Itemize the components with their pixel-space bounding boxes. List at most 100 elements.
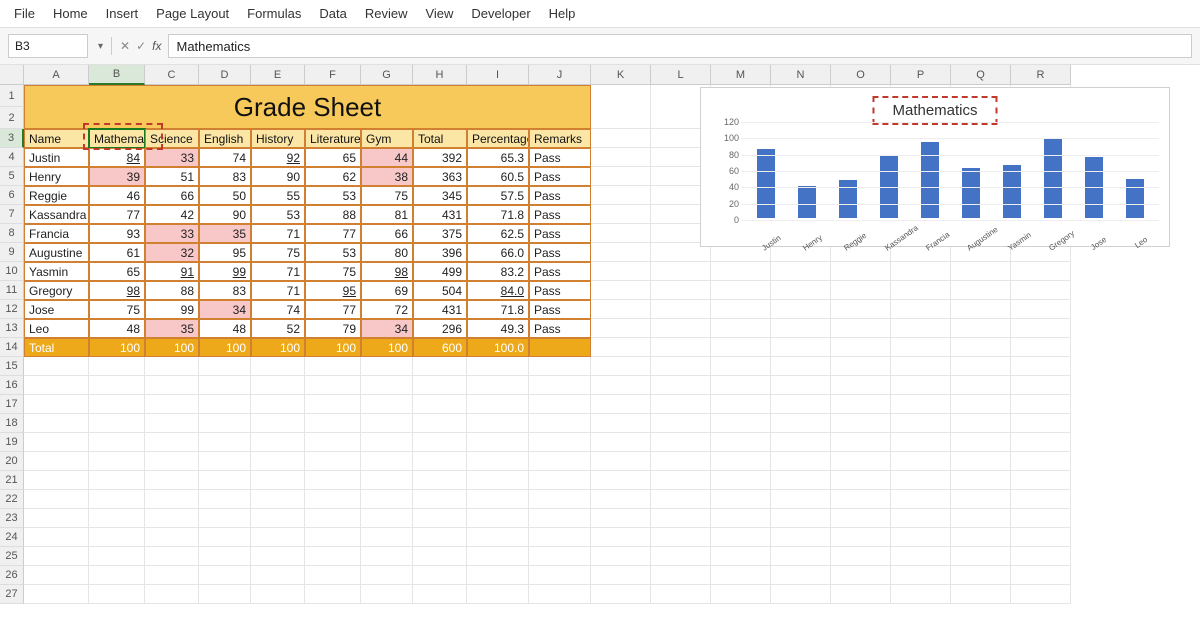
- cell-empty[interactable]: [251, 547, 305, 566]
- row-header-7[interactable]: 7: [0, 205, 24, 224]
- cell-empty[interactable]: [413, 528, 467, 547]
- cell-score[interactable]: 77: [305, 300, 361, 319]
- cell-empty[interactable]: [1011, 300, 1071, 319]
- cell-empty[interactable]: [199, 528, 251, 547]
- cell-score[interactable]: 35: [199, 224, 251, 243]
- cell-score[interactable]: 71: [251, 262, 305, 281]
- cell-score[interactable]: 75: [361, 186, 413, 205]
- header-total[interactable]: Total: [413, 129, 467, 148]
- cell-empty[interactable]: [951, 281, 1011, 300]
- cell-empty[interactable]: [711, 281, 771, 300]
- cell-empty[interactable]: [199, 376, 251, 395]
- cell-score[interactable]: 62: [305, 167, 361, 186]
- cell-empty[interactable]: [951, 566, 1011, 585]
- cell-empty[interactable]: [771, 509, 831, 528]
- cell-empty[interactable]: [89, 433, 145, 452]
- cell-empty[interactable]: [467, 357, 529, 376]
- cell-empty[interactable]: [529, 490, 591, 509]
- cell-empty[interactable]: [1011, 319, 1071, 338]
- cell-empty[interactable]: [89, 528, 145, 547]
- cell-empty[interactable]: [145, 433, 199, 452]
- column-header-B[interactable]: B: [89, 65, 145, 85]
- cell-empty[interactable]: [251, 414, 305, 433]
- cell-empty[interactable]: [711, 566, 771, 585]
- cell-score[interactable]: 65: [89, 262, 145, 281]
- cell-score[interactable]: 74: [199, 148, 251, 167]
- cell-name[interactable]: Gregory: [24, 281, 89, 300]
- cell-score[interactable]: 93: [89, 224, 145, 243]
- cell-empty[interactable]: [951, 528, 1011, 547]
- cell-empty[interactable]: [251, 566, 305, 585]
- cell-empty[interactable]: [771, 471, 831, 490]
- column-header-E[interactable]: E: [251, 65, 305, 85]
- cell-empty[interactable]: [251, 509, 305, 528]
- cell-empty[interactable]: [651, 319, 711, 338]
- cell-score[interactable]: 61: [89, 243, 145, 262]
- cell-empty[interactable]: [467, 376, 529, 395]
- cell-empty[interactable]: [145, 509, 199, 528]
- cell-empty[interactable]: [24, 509, 89, 528]
- cell-empty[interactable]: [831, 357, 891, 376]
- row-header-5[interactable]: 5: [0, 167, 24, 186]
- cell-score[interactable]: 38: [361, 167, 413, 186]
- cell-empty[interactable]: [651, 566, 711, 585]
- cell-empty[interactable]: [711, 433, 771, 452]
- cell-empty[interactable]: [413, 414, 467, 433]
- cell-score[interactable]: 88: [305, 205, 361, 224]
- cell-score[interactable]: 35: [145, 319, 199, 338]
- row-header-22[interactable]: 22: [0, 490, 24, 509]
- cell-score[interactable]: 92: [251, 148, 305, 167]
- row-header-8[interactable]: 8: [0, 224, 24, 243]
- ribbon-tab-insert[interactable]: Insert: [106, 6, 139, 21]
- cell-empty[interactable]: [831, 566, 891, 585]
- cell-empty[interactable]: [199, 395, 251, 414]
- cell-empty[interactable]: [529, 452, 591, 471]
- cell-remarks[interactable]: Pass: [529, 167, 591, 186]
- row-header-25[interactable]: 25: [0, 547, 24, 566]
- cell-empty[interactable]: [591, 129, 651, 148]
- cell-score[interactable]: 83: [199, 167, 251, 186]
- formula-bar[interactable]: Mathematics: [168, 34, 1193, 58]
- column-header-P[interactable]: P: [891, 65, 951, 85]
- cell-empty[interactable]: [199, 566, 251, 585]
- cell-empty[interactable]: [651, 471, 711, 490]
- cell-empty[interactable]: [711, 395, 771, 414]
- cell-empty[interactable]: [89, 509, 145, 528]
- column-header-I[interactable]: I: [467, 65, 529, 85]
- cell-empty[interactable]: [951, 300, 1011, 319]
- cell-score[interactable]: 88: [145, 281, 199, 300]
- cell-empty[interactable]: [651, 262, 711, 281]
- cell-empty[interactable]: [413, 376, 467, 395]
- cell-empty[interactable]: [89, 452, 145, 471]
- cell-empty[interactable]: [591, 376, 651, 395]
- row-header-3[interactable]: 3: [0, 129, 24, 148]
- cell-empty[interactable]: [1011, 338, 1071, 357]
- cell-empty[interactable]: [24, 395, 89, 414]
- cell-empty[interactable]: [831, 338, 891, 357]
- cell-empty[interactable]: [89, 414, 145, 433]
- column-header-J[interactable]: J: [529, 65, 591, 85]
- cell-empty[interactable]: [145, 585, 199, 604]
- cell-empty[interactable]: [651, 395, 711, 414]
- cell-empty[interactable]: [145, 471, 199, 490]
- cell-remarks[interactable]: Pass: [529, 281, 591, 300]
- cell-empty[interactable]: [24, 376, 89, 395]
- cell-empty[interactable]: [771, 585, 831, 604]
- cell-empty[interactable]: [467, 471, 529, 490]
- cell-empty[interactable]: [24, 357, 89, 376]
- cell-empty[interactable]: [24, 471, 89, 490]
- cell-score[interactable]: 51: [145, 167, 199, 186]
- cell-remarks[interactable]: Pass: [529, 300, 591, 319]
- cell-empty[interactable]: [361, 452, 413, 471]
- cell-empty[interactable]: [529, 528, 591, 547]
- cell-empty[interactable]: [305, 357, 361, 376]
- cell-name[interactable]: Leo: [24, 319, 89, 338]
- cell-total[interactable]: 499: [413, 262, 467, 281]
- cell-empty[interactable]: [891, 585, 951, 604]
- cell-percentage[interactable]: 84.0: [467, 281, 529, 300]
- cell-empty[interactable]: [591, 205, 651, 224]
- cell-empty[interactable]: [651, 509, 711, 528]
- cell-empty[interactable]: [1011, 471, 1071, 490]
- chevron-down-icon[interactable]: ▾: [98, 41, 103, 52]
- cell-empty[interactable]: [24, 566, 89, 585]
